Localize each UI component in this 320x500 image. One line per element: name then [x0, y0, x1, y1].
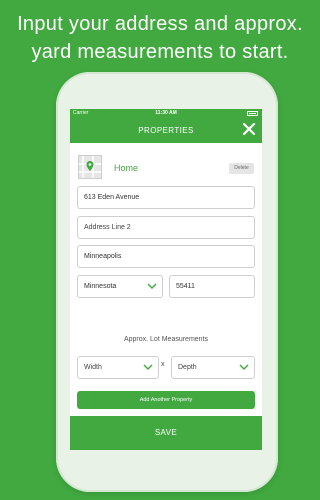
map-thumbnail[interactable] — [78, 155, 102, 179]
add-property-button[interactable]: Add Another Property — [77, 391, 255, 409]
map-icon — [79, 156, 101, 178]
nav-bar: PROPERTIES — [70, 118, 262, 143]
close-icon[interactable] — [242, 122, 256, 136]
property-name[interactable]: Home — [114, 163, 138, 173]
phone-screen: Carrier 11:30 AM PROPERTIES Home Delete … — [70, 109, 262, 450]
address-line1-field[interactable]: 613 Eden Avenue — [77, 186, 255, 209]
city-field[interactable]: Minneapolis — [77, 245, 255, 268]
battery-icon — [247, 111, 258, 116]
status-bar: Carrier 11:30 AM — [70, 109, 262, 118]
depth-select[interactable]: Depth — [171, 356, 255, 379]
delete-button[interactable]: Delete — [229, 163, 254, 174]
property-form: Home Delete 613 Eden Avenue Address Line… — [70, 143, 262, 415]
width-value: Width — [84, 364, 102, 371]
lot-measurements-label: Approx. Lot Measurements — [123, 336, 209, 343]
address-line2-field[interactable]: Address Line 2 — [77, 216, 255, 239]
marketing-headline: Input your address and approx. yard meas… — [0, 10, 320, 66]
depth-value: Depth — [178, 364, 197, 371]
headline-line-2: yard measurements to start. — [31, 41, 289, 63]
save-button[interactable]: SAVE — [70, 416, 262, 450]
state-value: Minnesota — [84, 283, 117, 290]
page-title: PROPERTIES — [138, 126, 194, 135]
headline-line-1: Input your address and approx. — [17, 13, 303, 35]
dimension-separator: x — [161, 361, 165, 368]
width-select[interactable]: Width — [77, 356, 159, 379]
status-time: 11:30 AM — [155, 110, 177, 116]
zip-field[interactable]: 55411 — [169, 275, 255, 298]
chevron-down-icon — [143, 364, 153, 370]
chevron-down-icon — [239, 364, 249, 370]
state-select[interactable]: Minnesota — [77, 275, 163, 298]
chevron-down-icon — [147, 283, 157, 289]
